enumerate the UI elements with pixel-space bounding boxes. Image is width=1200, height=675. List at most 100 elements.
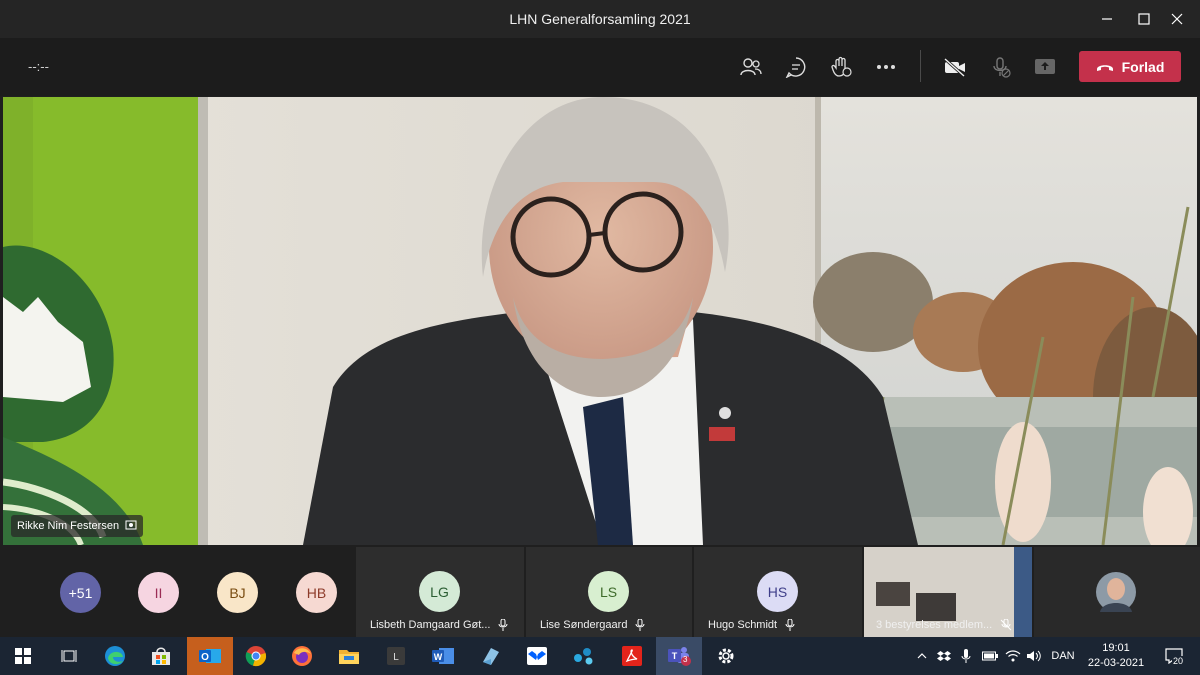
clock-time: 19:01 xyxy=(1102,642,1130,654)
start-button[interactable] xyxy=(0,637,46,675)
tray-microphone[interactable] xyxy=(956,637,976,675)
participant-label: Lise Søndergaard xyxy=(540,619,645,631)
participant-avatar[interactable]: BJ xyxy=(217,572,258,613)
speaker-name-label: Rikke Nim Festersen xyxy=(11,515,144,537)
more-actions-button[interactable] xyxy=(871,52,901,82)
firefox-icon xyxy=(292,646,312,666)
tray-battery[interactable] xyxy=(979,637,1001,675)
windows-taskbar: O L W T 3 DAN 19:01 22-03-2021 20 xyxy=(0,637,1200,675)
dropbox-icon xyxy=(527,647,547,665)
taskbar-word[interactable]: W xyxy=(420,637,466,675)
notification-center-button[interactable]: 20 xyxy=(1156,637,1192,675)
svg-text:L: L xyxy=(393,652,399,663)
avatar-initials: BJ xyxy=(229,584,246,601)
participant-avatar[interactable]: HB xyxy=(296,572,337,613)
input-language[interactable]: DAN xyxy=(1047,637,1079,675)
store-icon xyxy=(152,647,170,665)
taskbar-l-app[interactable]: L xyxy=(373,637,419,675)
wifi-icon xyxy=(1005,650,1021,662)
teams-icon: T xyxy=(668,647,691,666)
participant-tile[interactable]: HS Hugo Schmidt xyxy=(694,547,862,637)
notification-count: 20 xyxy=(1172,656,1185,666)
tray-dropbox[interactable] xyxy=(934,637,954,675)
participant-label: Lisbeth Damgaard Gøt... xyxy=(370,619,508,631)
taskbar-dropbox[interactable] xyxy=(514,637,560,675)
close-icon xyxy=(1171,13,1183,25)
taskbar-firefox[interactable] xyxy=(279,637,325,675)
minimize-icon xyxy=(1102,18,1112,20)
svg-text:T: T xyxy=(672,651,678,661)
self-video-tile[interactable] xyxy=(1034,547,1200,637)
taskbar-file-explorer[interactable] xyxy=(326,637,372,675)
taskbar-outlook[interactable]: O xyxy=(187,637,233,675)
show-hidden-icons-button[interactable] xyxy=(912,637,932,675)
avatar-initials: +51 xyxy=(68,584,93,601)
main-video[interactable]: Rikke Nim Festersen xyxy=(3,97,1197,545)
camera-toggle-button[interactable] xyxy=(940,52,970,82)
volume-icon xyxy=(1027,650,1041,662)
chrome-icon xyxy=(245,646,266,667)
participant-avatar: LG xyxy=(419,571,460,612)
toolbar-divider xyxy=(920,50,921,82)
chevron-up-icon xyxy=(917,653,927,659)
avatar-initials: LG xyxy=(430,583,449,600)
file-explorer-icon xyxy=(339,650,359,664)
avatar-initials: HB xyxy=(306,584,327,601)
microphone-muted-icon xyxy=(1000,619,1012,631)
maximize-icon xyxy=(1138,13,1150,25)
participants-button[interactable] xyxy=(736,52,766,82)
avatar-initials: II xyxy=(154,584,163,601)
task-view-icon xyxy=(61,650,77,662)
clock[interactable]: 19:01 22-03-2021 xyxy=(1084,637,1148,675)
raise-hand-icon xyxy=(831,56,852,77)
self-video-avatar xyxy=(1096,572,1136,612)
taskbar-store[interactable] xyxy=(138,637,184,675)
svg-text:O: O xyxy=(201,652,209,663)
participant-name: Lisbeth Damgaard Gøt... xyxy=(370,619,491,631)
chat-icon xyxy=(785,57,806,78)
avatar-initials: LS xyxy=(599,583,618,600)
taskbar-notepad[interactable] xyxy=(467,637,513,675)
more-icon xyxy=(877,65,895,69)
share-button[interactable] xyxy=(1030,52,1060,82)
microphone-button[interactable] xyxy=(986,52,1016,82)
participant-tile[interactable]: LS Lise Søndergaard xyxy=(526,547,692,637)
taskbar-edge[interactable] xyxy=(92,637,138,675)
microphone-tray-icon xyxy=(961,649,971,663)
taskbar-network-app[interactable] xyxy=(561,637,607,675)
room-label: 3 bestyrelses medlem... xyxy=(876,619,1012,631)
settings-icon xyxy=(718,648,734,664)
tray-wifi[interactable] xyxy=(1003,637,1023,675)
svg-text:W: W xyxy=(434,652,443,662)
task-view-button[interactable] xyxy=(46,637,92,675)
reactions-button[interactable] xyxy=(826,52,856,82)
taskbar-acrobat[interactable] xyxy=(609,637,655,675)
participant-strip: +51 II BJ HB LG Lisbeth Damgaard Gøt... … xyxy=(0,547,1200,637)
taskbar-settings[interactable] xyxy=(703,637,749,675)
edge-icon xyxy=(105,646,125,666)
overflow-participants-avatar[interactable]: +51 xyxy=(60,572,101,613)
clock-date: 22-03-2021 xyxy=(1087,657,1145,669)
microphone-disabled-icon xyxy=(993,57,1011,78)
leave-button[interactable]: Forlad xyxy=(1079,51,1181,82)
people-icon xyxy=(740,58,762,76)
participant-avatar[interactable]: II xyxy=(138,572,179,613)
hang-up-icon xyxy=(1096,64,1113,71)
room-video-tile[interactable]: 3 bestyrelses medlem... xyxy=(864,547,1032,637)
participant-tile[interactable]: LG Lisbeth Damgaard Gøt... xyxy=(356,547,524,637)
title-bar: LHN Generalforsamling 2021 xyxy=(0,0,1200,38)
leave-label: Forlad xyxy=(1121,58,1165,75)
taskbar-chrome[interactable] xyxy=(233,637,279,675)
acrobat-icon xyxy=(622,646,642,666)
windows-start-icon xyxy=(15,648,31,664)
l-app-icon: L xyxy=(387,647,405,665)
taskbar-teams[interactable]: T 3 xyxy=(656,637,702,675)
close-window-button[interactable] xyxy=(1154,0,1200,38)
microphone-icon xyxy=(498,619,508,631)
participant-name: Lise Søndergaard xyxy=(540,619,628,631)
chat-button[interactable] xyxy=(781,52,811,82)
tray-volume[interactable] xyxy=(1024,637,1044,675)
battery-icon xyxy=(982,651,998,661)
word-icon: W xyxy=(432,648,454,664)
notepad-icon xyxy=(483,648,499,665)
